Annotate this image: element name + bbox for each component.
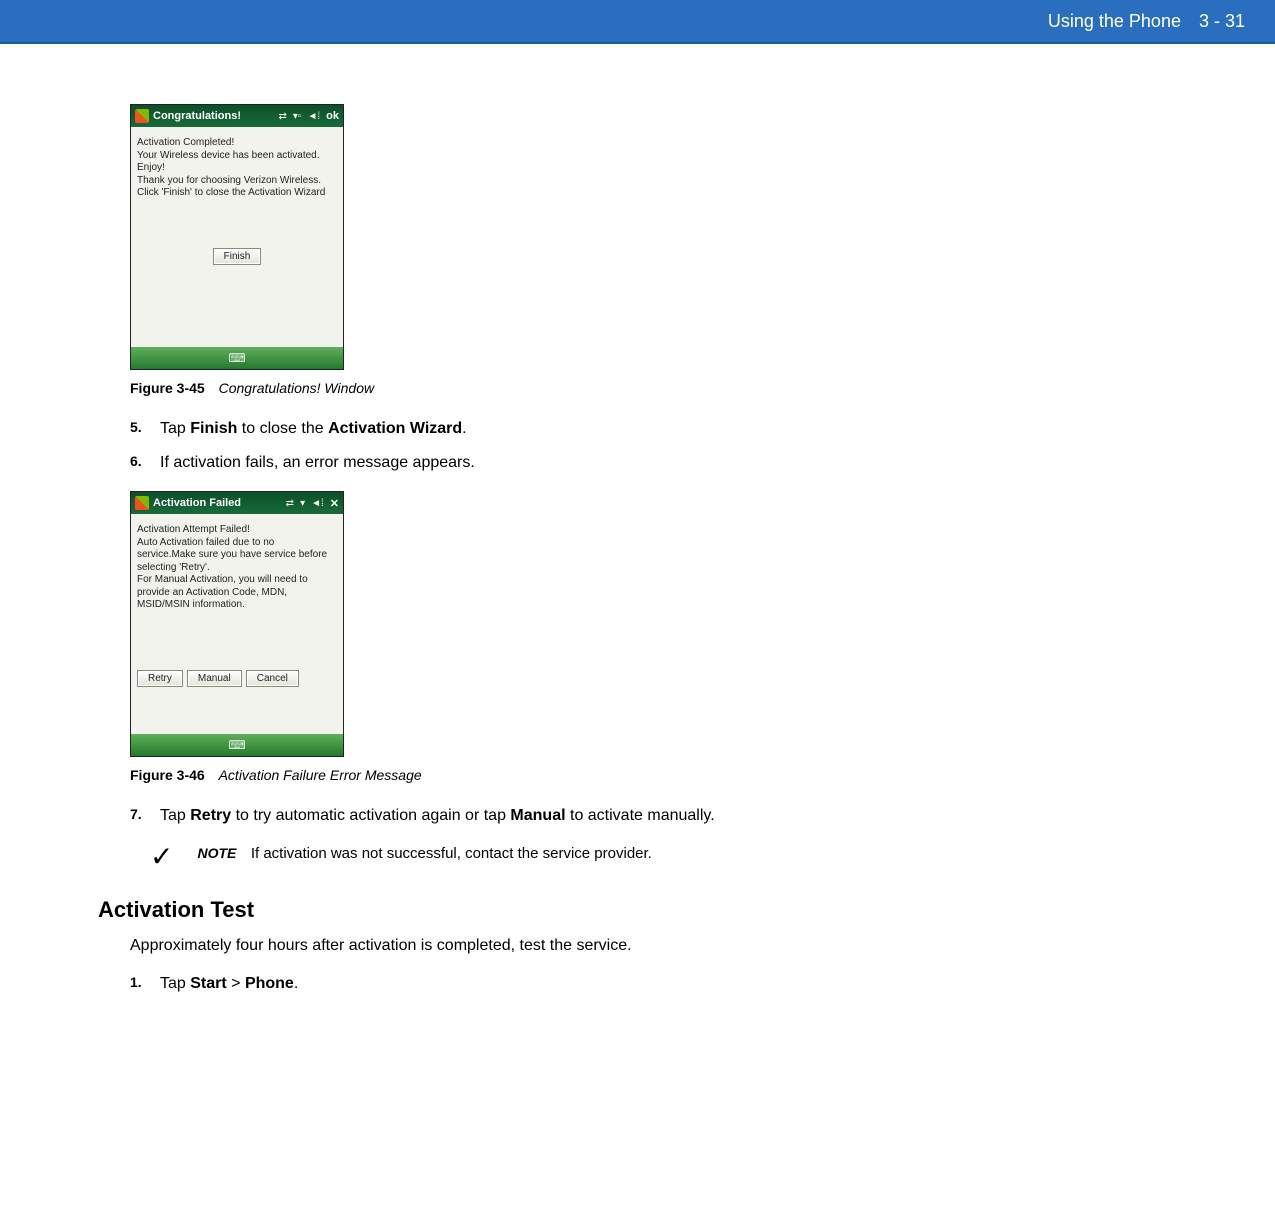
figure-title: Activation Failure Error Message: [219, 767, 422, 783]
page-number: 3 - 31: [1199, 11, 1245, 32]
note-block: ✓ NOTE If activation was not successful,…: [150, 845, 1020, 871]
msg-line: Activation Completed!: [137, 137, 337, 150]
step-text: Tap Start > Phone.: [160, 973, 298, 995]
windows-icon: [135, 109, 149, 123]
step-list: 5. Tap Finish to close the Activation Wi…: [130, 418, 1020, 473]
step-text: Tap Finish to close the Activation Wizar…: [160, 418, 467, 440]
keyboard-icon[interactable]: ⌨: [228, 738, 245, 752]
ok-button[interactable]: ok: [326, 110, 339, 122]
checkmark-icon: ✓: [150, 843, 173, 871]
phone-button-row: Retry Manual Cancel: [137, 670, 337, 687]
signal-icon: ▾: [300, 498, 305, 509]
chapter-title: Using the Phone: [1048, 11, 1181, 32]
figure-title: Congratulations! Window: [219, 380, 375, 396]
keyboard-icon[interactable]: ⌨: [228, 351, 245, 365]
note-text: If activation was not successful, contac…: [251, 845, 652, 862]
page-header: Using the Phone 3 - 31: [0, 0, 1275, 44]
speaker-icon: ◄⁞: [311, 498, 324, 509]
step-1: 1. Tap Start > Phone.: [130, 973, 1020, 995]
step-number: 6.: [130, 452, 160, 474]
connection-icon: ⇄: [279, 111, 287, 122]
cancel-button[interactable]: Cancel: [246, 670, 299, 687]
step-number: 5.: [130, 418, 160, 440]
windows-icon: [135, 496, 149, 510]
section-intro: Approximately four hours after activatio…: [130, 937, 1020, 955]
figure-caption: Figure 3-45 Congratulations! Window: [130, 380, 1020, 396]
close-button[interactable]: ✕: [330, 497, 339, 510]
retry-button[interactable]: Retry: [137, 670, 183, 687]
msg-line: For Manual Activation, you will need to: [137, 574, 337, 587]
figure-label: Figure 3-45: [130, 380, 205, 396]
msg-line: Thank you for choosing Verizon Wireless.: [137, 175, 337, 188]
msg-line: Your Wireless device has been activated.: [137, 150, 337, 163]
step-7: 7. Tap Retry to try automatic activation…: [130, 805, 1020, 827]
step-6: 6. If activation fails, an error message…: [130, 452, 1020, 474]
step-text: If activation fails, an error message ap…: [160, 452, 475, 474]
signal-icon: ▾▫: [293, 111, 302, 122]
msg-line: selecting 'Retry'.: [137, 562, 337, 575]
msg-line: provide an Activation Code, MDN,: [137, 587, 337, 600]
phone-titlebar: Activation Failed ⇄ ▾ ◄⁞ ✕: [131, 492, 343, 514]
msg-line: service.Make sure you have service befor…: [137, 549, 337, 562]
msg-line: Click 'Finish' to close the Activation W…: [137, 187, 337, 200]
figure-label: Figure 3-46: [130, 767, 205, 783]
msg-line: MSID/MSIN information.: [137, 599, 337, 612]
phone-body: Activation Completed! Your Wireless devi…: [131, 127, 343, 347]
phone-window-title: Congratulations!: [153, 110, 241, 122]
msg-line: Enjoy!: [137, 162, 337, 175]
figure-3-45-image: Congratulations! ⇄ ▾▫ ◄⁞ ok Activation C…: [130, 104, 1020, 370]
phone-mockup-congratulations: Congratulations! ⇄ ▾▫ ◄⁞ ok Activation C…: [130, 104, 344, 370]
step-list: 7. Tap Retry to try automatic activation…: [130, 805, 1020, 827]
phone-bottombar: ⌨: [131, 347, 343, 369]
phone-window-title: Activation Failed: [153, 497, 241, 509]
page-content: Congratulations! ⇄ ▾▫ ◄⁞ ok Activation C…: [0, 44, 1020, 1052]
phone-button-row: Finish: [137, 248, 337, 265]
step-number: 7.: [130, 805, 160, 827]
note-label: NOTE: [197, 845, 236, 861]
phone-bottombar: ⌨: [131, 734, 343, 756]
section-heading: Activation Test: [98, 897, 1020, 923]
manual-button[interactable]: Manual: [187, 670, 242, 687]
phone-mockup-activation-failed: Activation Failed ⇄ ▾ ◄⁞ ✕ Activation At…: [130, 491, 344, 757]
finish-button[interactable]: Finish: [213, 248, 262, 265]
speaker-icon: ◄⁞: [307, 111, 320, 122]
step-5: 5. Tap Finish to close the Activation Wi…: [130, 418, 1020, 440]
figure-caption: Figure 3-46 Activation Failure Error Mes…: [130, 767, 1020, 783]
phone-titlebar: Congratulations! ⇄ ▾▫ ◄⁞ ok: [131, 105, 343, 127]
phone-body: Activation Attempt Failed! Auto Activati…: [131, 514, 343, 734]
figure-3-46-image: Activation Failed ⇄ ▾ ◄⁞ ✕ Activation At…: [130, 491, 1020, 757]
connection-icon: ⇄: [286, 498, 294, 509]
step-text: Tap Retry to try automatic activation ag…: [160, 805, 715, 827]
msg-line: Auto Activation failed due to no: [137, 537, 337, 550]
step-list: 1. Tap Start > Phone.: [130, 973, 1020, 995]
step-number: 1.: [130, 973, 160, 995]
msg-line: Activation Attempt Failed!: [137, 524, 337, 537]
